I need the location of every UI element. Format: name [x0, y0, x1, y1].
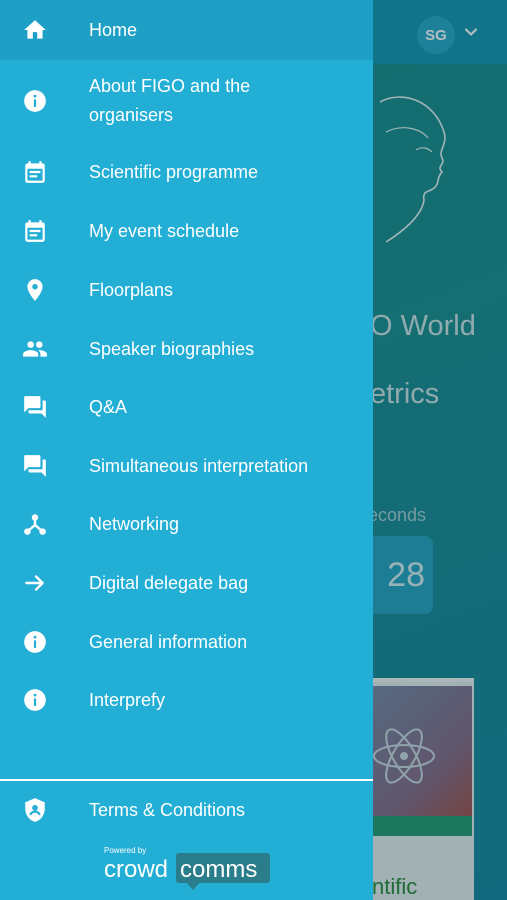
- info-icon: [22, 88, 48, 114]
- nav-item-home[interactable]: Home: [0, 0, 373, 60]
- nav-item-label: Floorplans: [89, 279, 174, 300]
- nav-item-label: Digital delegate bag: [89, 572, 249, 593]
- nav-item-my-event-schedule[interactable]: My event schedule: [0, 201, 373, 261]
- nav-item-label: Q&A: [89, 396, 128, 417]
- brand-crowd-text: crowd: [104, 856, 169, 883]
- home-icon: [22, 17, 48, 43]
- nav-item-qa[interactable]: Q&A: [0, 377, 373, 437]
- nav-item-digital-delegate-bag[interactable]: Digital delegate bag: [0, 553, 373, 613]
- forum-icon: [22, 453, 48, 479]
- navigation-drawer: Home About FIGO and the organisers Scien…: [0, 0, 373, 900]
- nav-item-label: My event schedule: [89, 220, 240, 241]
- nav-item-terms-conditions[interactable]: Terms & Conditions: [0, 780, 373, 840]
- powered-by-text: Powered by: [104, 846, 147, 855]
- arrow-right-icon: [22, 570, 48, 596]
- calendar-icon: [22, 159, 48, 185]
- nav-item-label: Simultaneous interpretation: [89, 455, 309, 476]
- calendar-icon: [22, 218, 48, 244]
- nav-item-scientific-programme[interactable]: Scientific programme: [0, 142, 373, 202]
- powered-by-logo: Powered by crowd comms: [104, 846, 274, 892]
- brand-comms-text: comms: [180, 856, 258, 883]
- nav-item-label: Speaker biographies: [89, 338, 255, 359]
- nav-item-label: Scientific programme: [89, 161, 259, 182]
- nav-item-label: About FIGO and the organisers: [89, 76, 251, 125]
- nav-item-label: Networking: [89, 513, 180, 534]
- nav-item-networking[interactable]: Networking: [0, 494, 373, 554]
- people-icon: [22, 336, 48, 362]
- nav-item-label: Interprefy: [89, 689, 166, 710]
- nav-item-floorplans[interactable]: Floorplans: [0, 260, 373, 320]
- forum-icon: [22, 394, 48, 420]
- network-icon: [22, 511, 48, 537]
- nav-item-label: Home: [89, 19, 138, 40]
- info-icon: [22, 687, 48, 713]
- nav-item-speaker-biographies[interactable]: Speaker biographies: [0, 319, 373, 379]
- nav-item-simultaneous-interpretation[interactable]: Simultaneous interpretation: [0, 436, 373, 496]
- shield-icon: [22, 797, 48, 823]
- nav-item-interprefy[interactable]: Interprefy: [0, 670, 373, 730]
- nav-item-label: General information: [89, 631, 248, 652]
- nav-item-label: Terms & Conditions: [89, 799, 246, 820]
- location-pin-icon: [22, 277, 48, 303]
- nav-item-about[interactable]: About FIGO and the organisers: [0, 70, 373, 132]
- nav-item-general-information[interactable]: General information: [0, 612, 373, 672]
- info-icon: [22, 629, 48, 655]
